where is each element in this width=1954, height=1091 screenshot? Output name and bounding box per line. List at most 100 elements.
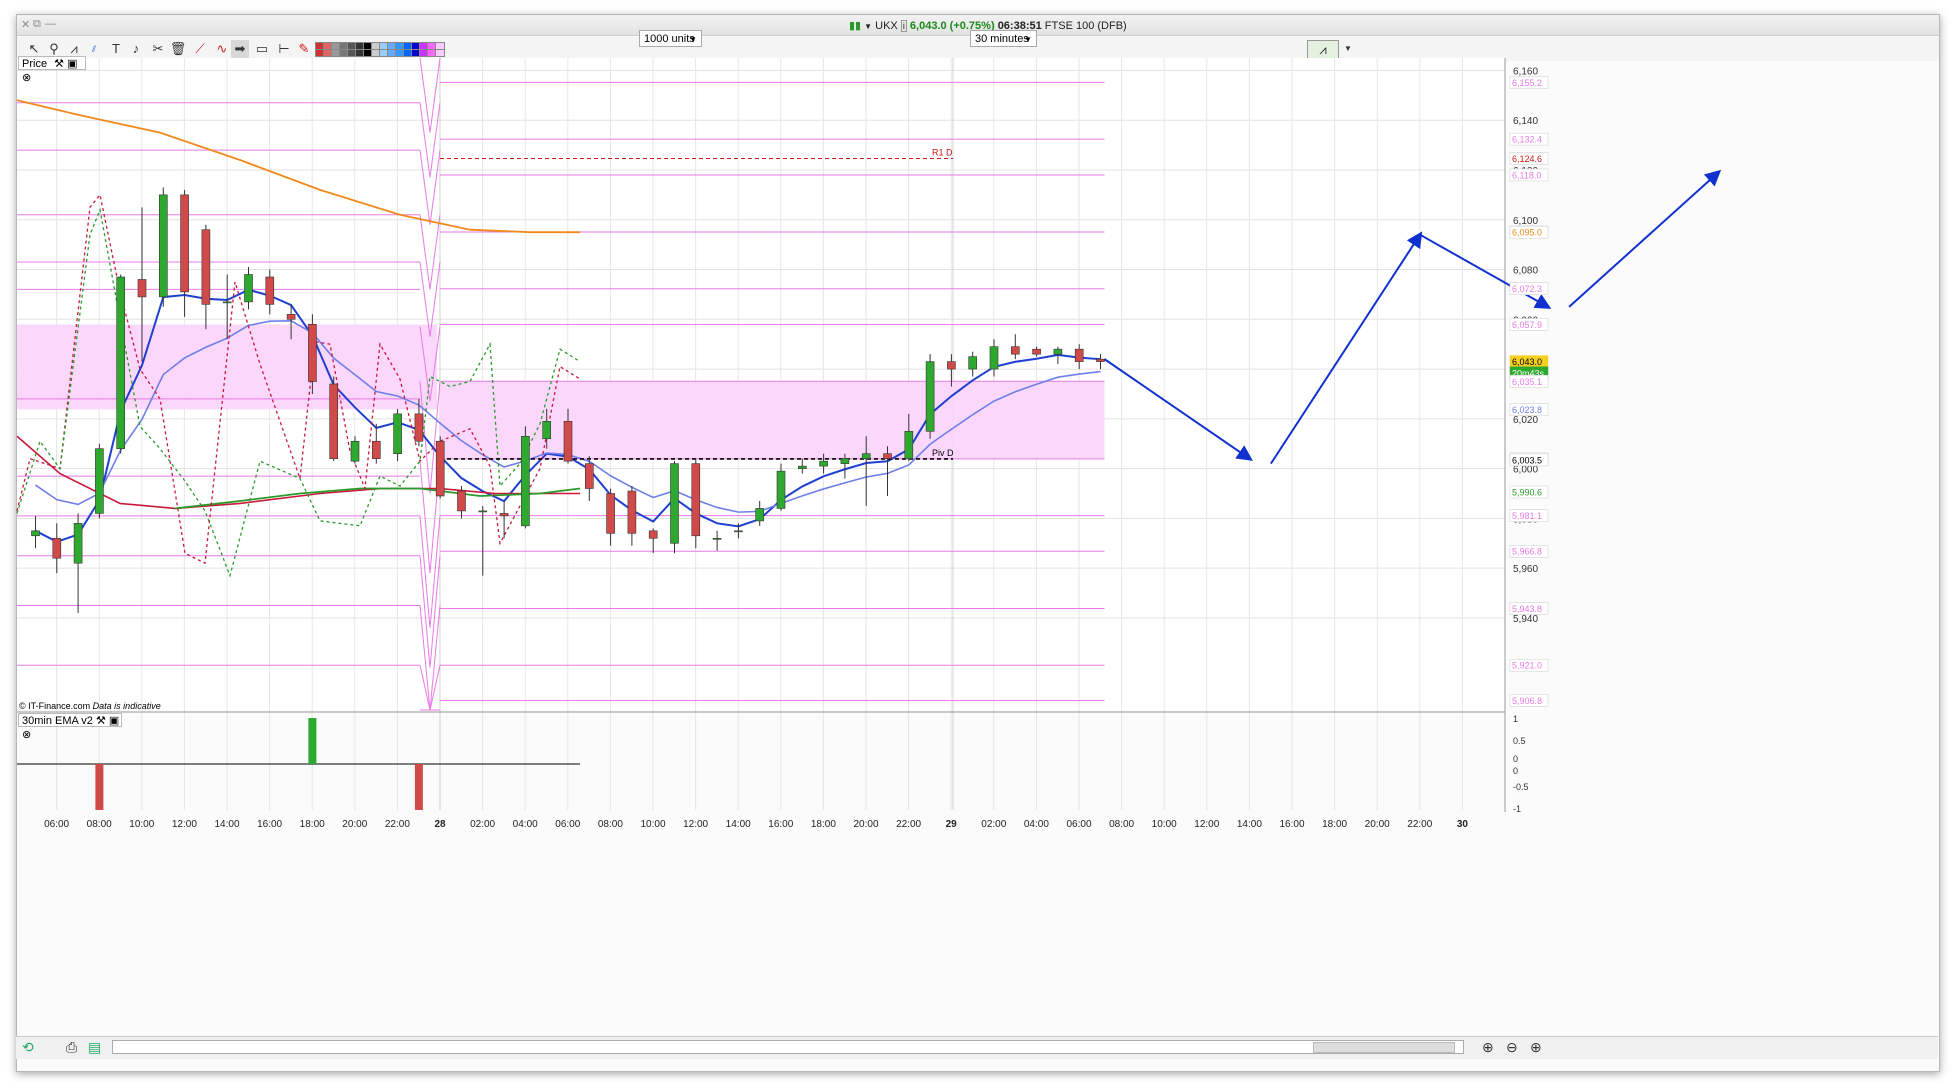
pivot-label: Piv D [932, 448, 954, 458]
price-tick-label: 6,140 [1513, 116, 1538, 127]
candle-body [521, 435, 530, 527]
candle-body [414, 413, 424, 442]
candle-body [883, 453, 892, 459]
candle-body [968, 356, 978, 370]
time-tick-label: 10:00 [1152, 819, 1177, 830]
zoom-in-icon[interactable]: ⊕ [1530, 1039, 1542, 1056]
candle-body [840, 458, 850, 464]
time-tick-label: 22:00 [385, 819, 410, 830]
time-tick-label: 22:00 [1407, 819, 1432, 830]
time-scrollbar[interactable] [112, 1040, 1464, 1054]
time-tick-label: 20:00 [342, 819, 367, 830]
candle-body [180, 194, 189, 293]
candle-body [31, 530, 40, 537]
candle-body [329, 383, 339, 459]
candle-body [393, 413, 402, 454]
candle-body [947, 361, 956, 370]
axis-value-label: 5,981.1 [1512, 511, 1542, 521]
time-tick-label: 06:00 [555, 819, 580, 830]
candle-body [691, 463, 701, 537]
time-tick-label: 16:00 [257, 819, 282, 830]
price-chart[interactable]: 6,1606,1406,1206,1006,0806,0606,0406,020… [0, 0, 1954, 1091]
axis-value-label: 6,057.9 [1512, 320, 1542, 330]
indicator-tick-label: -1 [1513, 804, 1521, 814]
candle-body [904, 430, 914, 459]
time-tick-label: 12:00 [1194, 819, 1219, 830]
candle-body [222, 301, 232, 304]
time-tick-label: 29 [946, 819, 958, 830]
price-tick-label: 5,940 [1513, 614, 1538, 625]
settings-wrench-icon[interactable]: ⚒ [96, 715, 106, 727]
axis-value-label: 5,906.8 [1512, 696, 1542, 706]
time-tick-label: 28 [434, 819, 446, 830]
axis-value-label: 6,003.5 [1512, 455, 1542, 465]
time-tick-label: 20:00 [853, 819, 878, 830]
close-panel-icon[interactable]: ⊗ [22, 729, 31, 741]
close-panel-icon[interactable]: ⊗ [22, 72, 31, 84]
scrollbar-thumb[interactable] [1313, 1042, 1455, 1053]
candle-body [584, 463, 594, 489]
candle-body [1010, 346, 1020, 355]
candle-body [435, 440, 445, 497]
print-icon[interactable]: ⎙ [66, 1039, 77, 1056]
candle-body [542, 421, 552, 440]
candle-body [1074, 348, 1084, 362]
candle-body [116, 276, 125, 450]
time-tick-label: 20:00 [1365, 819, 1390, 830]
time-tick-label: 10:00 [129, 819, 154, 830]
axis-value-label: 5,943.8 [1512, 604, 1542, 614]
time-tick-label: 08:00 [87, 819, 112, 830]
candle-body [286, 314, 296, 320]
price-tick-label: 6,100 [1513, 216, 1538, 227]
indicator-bar [308, 718, 317, 764]
candle-body [1053, 348, 1063, 355]
candle-body [244, 274, 253, 303]
candle-body [201, 229, 211, 305]
indicator-tick-label: 1 [1513, 714, 1518, 724]
axis-value-label: 5,921.0 [1512, 661, 1542, 671]
axis-value-label: 6,043.0 [1512, 357, 1542, 367]
indicator-tick-label: 0 [1513, 754, 1518, 764]
candle-body [712, 537, 722, 540]
candle-body [499, 513, 509, 517]
candle-body [73, 523, 83, 564]
time-tick-label: 04:00 [513, 819, 538, 830]
time-tick-label: 10:00 [640, 819, 665, 830]
axis-value-label: 6,132.4 [1512, 135, 1542, 145]
settings-wrench-icon[interactable]: ⚒ [54, 58, 64, 70]
time-tick-label: 30 [1457, 819, 1469, 830]
price-tick-label: 6,080 [1513, 266, 1538, 277]
indicator-tick-label: 0 [1513, 766, 1518, 776]
fit-icon[interactable]: ⊕ [1482, 1039, 1494, 1056]
axis-value-label: 6,023.8 [1512, 405, 1542, 415]
indicator-tick-label: 0.5 [1513, 736, 1526, 746]
candle-body [95, 448, 104, 514]
chart-link-icon[interactable]: ⟲ [22, 1039, 34, 1056]
indicator-panel-header: 30min EMA v2 ⚒ ▣ ⊗ [18, 713, 122, 741]
candle-body [371, 440, 381, 459]
time-tick-label: 12:00 [683, 819, 708, 830]
candle-body [606, 493, 615, 534]
layout-icon[interactable]: ▤ [88, 1039, 101, 1056]
candle-body [819, 460, 828, 467]
pivot-label: R1 D [932, 148, 953, 158]
maximize-panel-icon[interactable]: ▣ [109, 715, 119, 727]
candle-body [797, 465, 807, 469]
data-source-disclaimer: Data is indicative [92, 701, 161, 711]
time-tick-label: 06:00 [44, 819, 69, 830]
price-tick-label: 6,020 [1513, 415, 1538, 426]
axis-value-label: 5,966.8 [1512, 547, 1542, 557]
maximize-panel-icon[interactable]: ▣ [67, 58, 77, 70]
zoom-out-icon[interactable]: ⊖ [1506, 1039, 1518, 1056]
candle-body [627, 490, 637, 534]
price-panel-label: Price [22, 58, 48, 70]
price-tick-label: 6,000 [1513, 465, 1538, 476]
time-tick-label: 06:00 [1066, 819, 1091, 830]
candle-body [670, 463, 679, 544]
candle-body [478, 510, 488, 513]
bottom-bar: ⟲ ⎙ ▤ ⊕ ⊖ ⊕ [16, 1036, 1938, 1059]
time-tick-label: 18:00 [300, 819, 325, 830]
candle-body [457, 490, 466, 512]
indicator-panel: 1 0.5 0 0 -0.5 -1 [17, 714, 1529, 814]
indicator-panel-label: 30min EMA v2 [22, 715, 93, 727]
